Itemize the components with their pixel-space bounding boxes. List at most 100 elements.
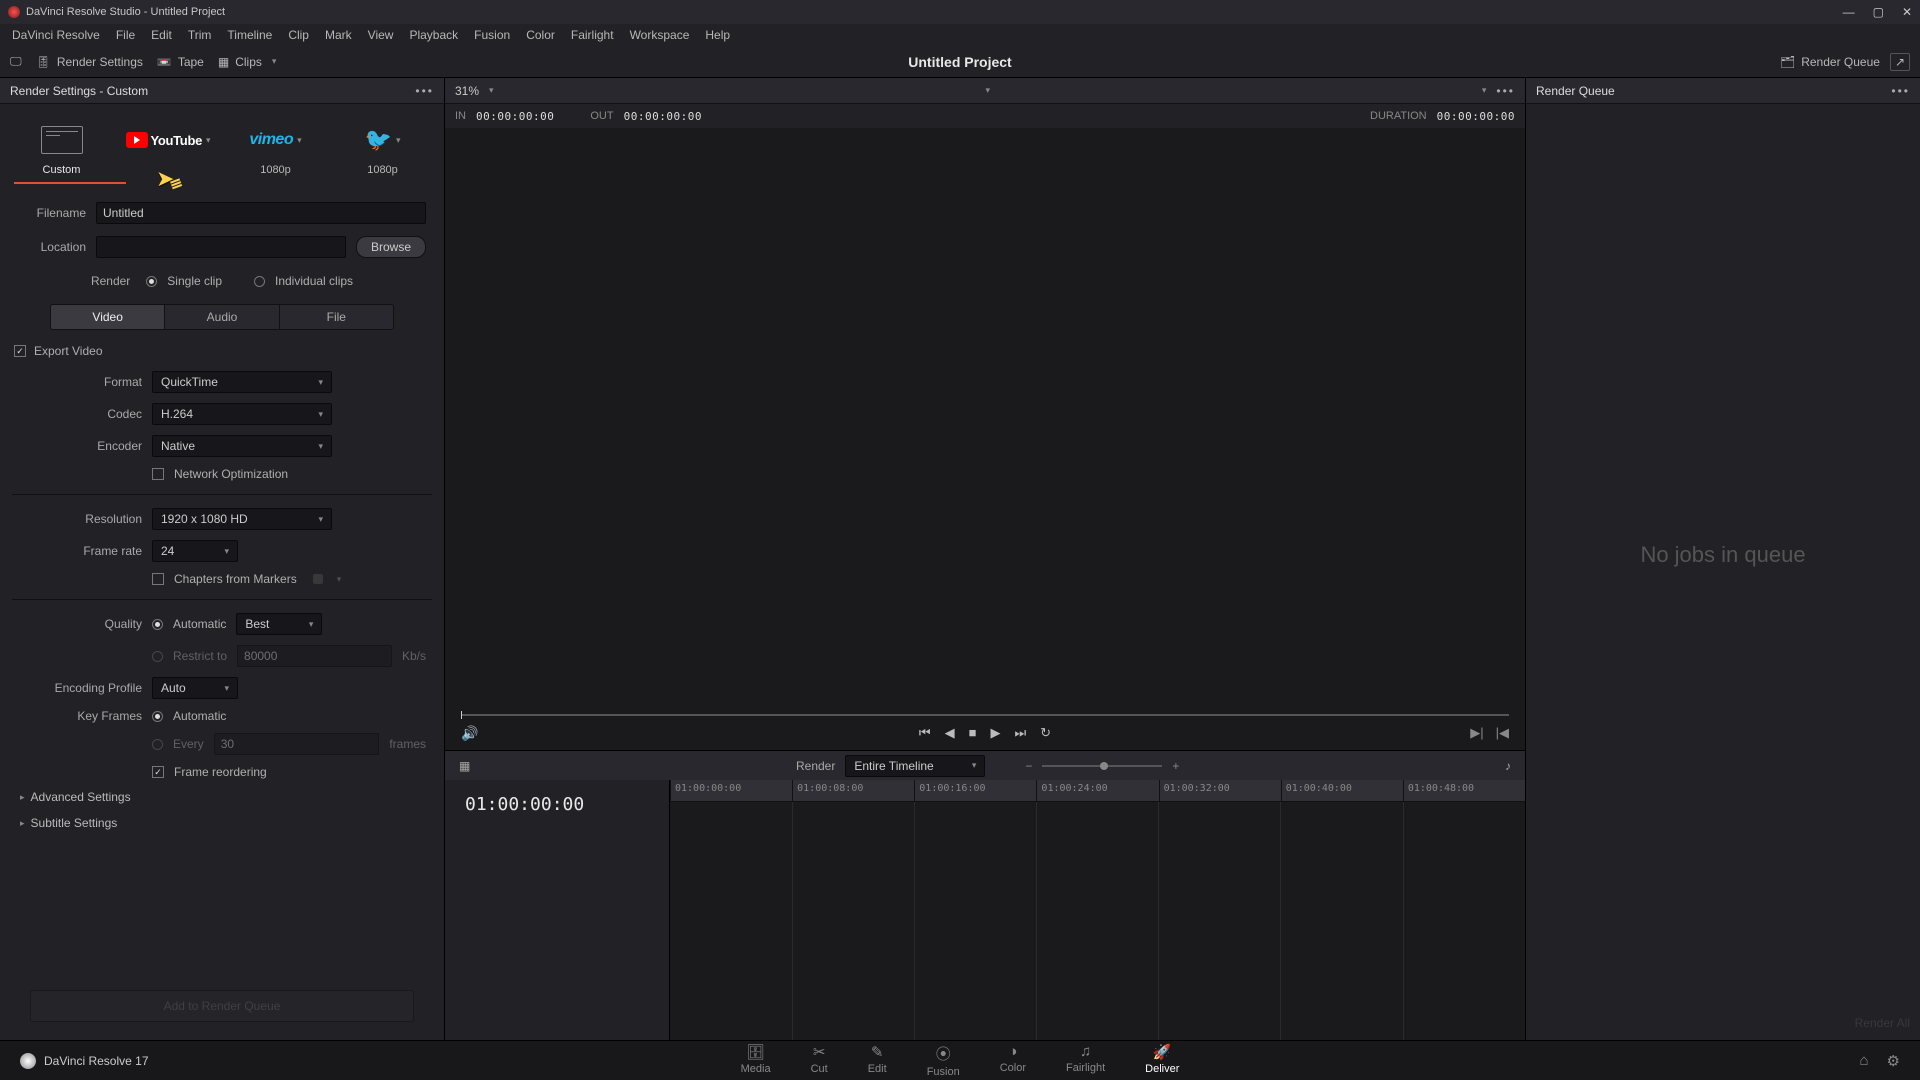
render-queue-toggle[interactable]: 🗂 Render Queue: [1780, 55, 1880, 69]
tab-file[interactable]: File: [279, 305, 393, 329]
menu-color[interactable]: Color: [518, 28, 563, 42]
location-input[interactable]: [96, 236, 346, 258]
menu-workspace[interactable]: Workspace: [622, 28, 698, 42]
panel-options-icon[interactable]: •••: [415, 84, 434, 98]
duration-label: DURATION: [1370, 110, 1427, 122]
chevron-down-icon: ▾: [337, 574, 342, 585]
close-button[interactable]: ✕: [1902, 5, 1912, 19]
restrict-radio[interactable]: [152, 651, 163, 662]
menu-file[interactable]: File: [108, 28, 143, 42]
preset-vimeo[interactable]: vimeo▾ 1080p: [232, 122, 319, 176]
chapters-checkbox[interactable]: [152, 573, 164, 585]
tab-audio[interactable]: Audio: [164, 305, 278, 329]
popout-icon[interactable]: ↗: [1890, 53, 1910, 71]
menu-davinci[interactable]: DaVinci Resolve: [4, 28, 108, 42]
add-to-render-queue-button[interactable]: Add to Render Queue: [30, 990, 414, 1022]
ruler-tick: 01:00:00:00: [670, 780, 792, 801]
menu-fusion[interactable]: Fusion: [466, 28, 518, 42]
render-all-button[interactable]: Render All: [1526, 1006, 1920, 1040]
resolution-dropdown[interactable]: 1920 x 1080 HD▾: [152, 508, 332, 530]
play-button[interactable]: ▶: [990, 725, 1000, 741]
timeline-timecode[interactable]: 01:00:00:00: [445, 780, 669, 829]
minimize-button[interactable]: —: [1843, 5, 1855, 19]
clips-toggle[interactable]: ▦ Clips ▾: [218, 55, 277, 69]
preview-icon[interactable]: 🖵: [10, 54, 22, 69]
page-media[interactable]: 🗄Media: [741, 1043, 771, 1078]
browse-button[interactable]: Browse: [356, 236, 426, 258]
export-video-checkbox[interactable]: [14, 345, 26, 357]
timeline-scope-dropdown[interactable]: Entire Timeline▾: [845, 755, 985, 777]
stop-button[interactable]: ■: [969, 725, 977, 741]
menu-trim[interactable]: Trim: [180, 28, 220, 42]
tab-video[interactable]: Video: [51, 305, 164, 329]
keyframes-auto-radio[interactable]: [152, 711, 163, 722]
page-fusion[interactable]: ⦿Fusion: [927, 1043, 960, 1078]
page-cut[interactable]: ✂Cut: [811, 1043, 828, 1078]
step-back-button[interactable]: ◀: [945, 725, 955, 741]
keyframes-n-input[interactable]: [214, 733, 380, 755]
viewer-canvas[interactable]: 🔊 ⏮ ◀ ■ ▶ ⏭ ↻ ▶| |◀: [445, 128, 1525, 750]
timeline-ruler[interactable]: 01:00:00:00 01:00:08:00 01:00:16:00 01:0…: [670, 780, 1525, 802]
quality-dropdown[interactable]: Best▾: [236, 613, 322, 635]
menu-mark[interactable]: Mark: [317, 28, 360, 42]
home-icon[interactable]: ⌂: [1859, 1052, 1868, 1070]
preset-youtube[interactable]: YouTube▾: [125, 122, 212, 176]
chevron-down-icon[interactable]: ▾: [396, 135, 401, 146]
goto-end-button[interactable]: ⏭: [1014, 725, 1026, 741]
render-settings-toggle[interactable]: 🎚 Render Settings: [36, 55, 143, 69]
audio-icon[interactable]: ♪: [1505, 759, 1511, 773]
viewer-dropdown-right[interactable]: ▾: [1482, 85, 1487, 96]
menu-fairlight[interactable]: Fairlight: [563, 28, 622, 42]
maximize-button[interactable]: ▢: [1873, 5, 1884, 19]
zoom-slider[interactable]: [1042, 765, 1162, 767]
prev-clip-button[interactable]: |◀: [1496, 725, 1509, 741]
menu-clip[interactable]: Clip: [280, 28, 317, 42]
subtitle-settings-expand[interactable]: ▸Subtitle Settings: [0, 810, 444, 836]
encprofile-dropdown[interactable]: Auto▾: [152, 677, 238, 699]
timeline-tracks[interactable]: [670, 802, 1525, 1040]
menu-edit[interactable]: Edit: [143, 28, 180, 42]
encoder-dropdown[interactable]: Native▾: [152, 435, 332, 457]
ruler-tick: 01:00:24:00: [1036, 780, 1158, 801]
menu-view[interactable]: View: [360, 28, 402, 42]
page-color[interactable]: ◑Color: [1000, 1043, 1026, 1078]
toolbar: 🖵 🎚 Render Settings 📼 Tape ▦ Clips ▾ Unt…: [0, 46, 1920, 78]
zoom-in-button[interactable]: +: [1172, 759, 1179, 773]
individual-clips-radio[interactable]: [254, 276, 265, 287]
preset-custom[interactable]: Custom: [18, 122, 105, 176]
page-fairlight[interactable]: ♫Fairlight: [1066, 1043, 1105, 1078]
scrub-bar[interactable]: [461, 714, 1509, 716]
loop-button[interactable]: ↻: [1040, 725, 1051, 741]
tape-toggle[interactable]: 📼 Tape: [157, 55, 204, 69]
keyframes-every-radio[interactable]: [152, 739, 163, 750]
page-deliver[interactable]: 🚀Deliver: [1145, 1043, 1179, 1078]
filename-input[interactable]: [96, 202, 426, 224]
next-clip-button[interactable]: ▶|: [1470, 725, 1483, 741]
advanced-settings-expand[interactable]: ▸Advanced Settings: [0, 784, 444, 810]
codec-dropdown[interactable]: H.264▾: [152, 403, 332, 425]
quality-automatic-radio[interactable]: [152, 619, 163, 630]
single-clip-radio[interactable]: [146, 276, 157, 287]
restrict-input[interactable]: [237, 645, 392, 667]
volume-icon[interactable]: 🔊: [461, 725, 478, 742]
thumbnails-icon[interactable]: ▦: [459, 759, 470, 773]
viewer-dropdown[interactable]: ▾: [985, 85, 990, 96]
queue-options-icon[interactable]: •••: [1891, 84, 1910, 98]
zoom-out-button[interactable]: −: [1025, 759, 1032, 773]
framerate-dropdown[interactable]: 24▾: [152, 540, 238, 562]
menu-timeline[interactable]: Timeline: [219, 28, 280, 42]
viewer-options-icon[interactable]: •••: [1496, 84, 1515, 98]
chevron-down-icon[interactable]: ▾: [206, 135, 211, 146]
preset-twitter[interactable]: 🐦▾ 1080p: [339, 122, 426, 176]
frame-reordering-checkbox[interactable]: [152, 766, 164, 778]
format-dropdown[interactable]: QuickTime▾: [152, 371, 332, 393]
queue-title: Render Queue: [1536, 84, 1615, 98]
settings-icon[interactable]: ⚙: [1887, 1052, 1900, 1070]
menu-help[interactable]: Help: [697, 28, 738, 42]
goto-start-button[interactable]: ⏮: [919, 725, 931, 741]
chevron-down-icon[interactable]: ▾: [297, 135, 302, 146]
zoom-dropdown[interactable]: 31%▾: [455, 84, 494, 98]
network-optimization-checkbox[interactable]: [152, 468, 164, 480]
page-edit[interactable]: ✎Edit: [868, 1043, 887, 1078]
menu-playback[interactable]: Playback: [401, 28, 466, 42]
